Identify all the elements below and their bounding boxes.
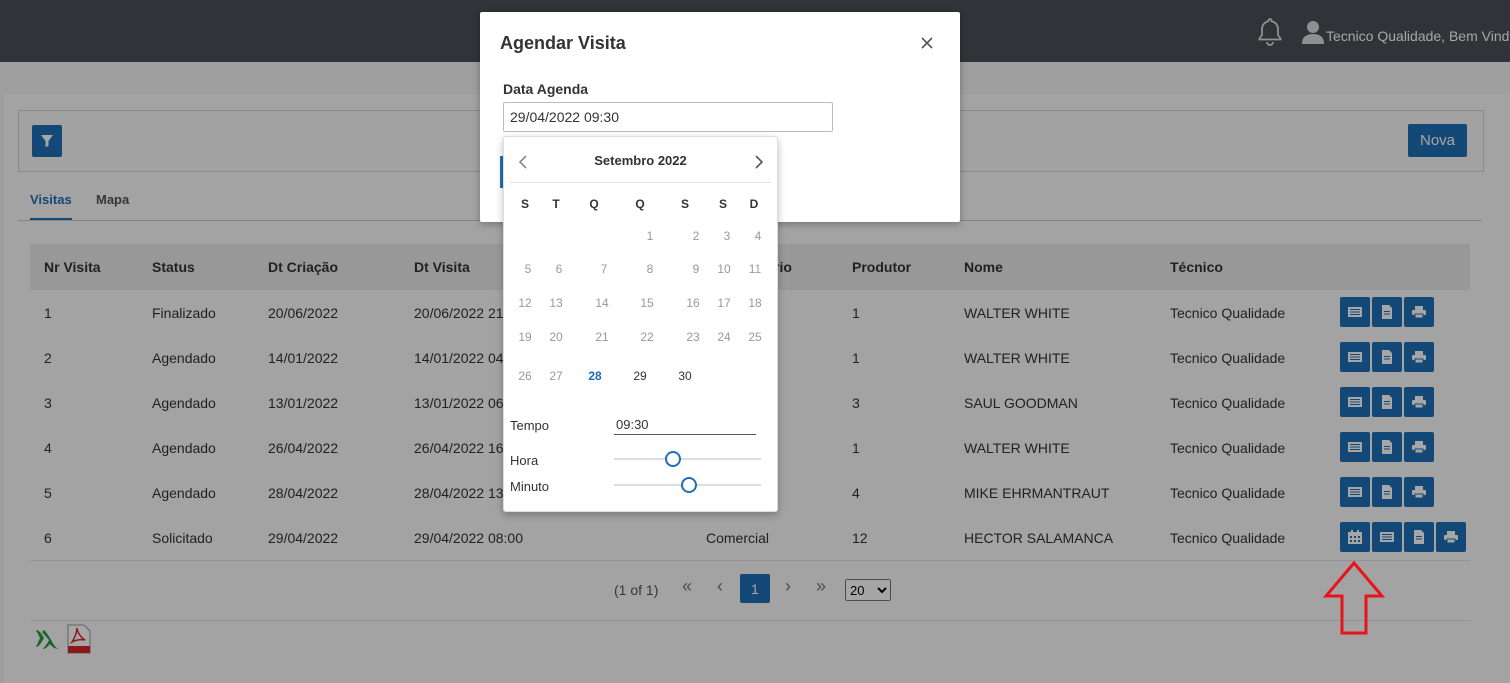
date-picker: Setembro 2022 S T Q Q S S D 1 2 3 4 5 6 …	[503, 136, 778, 512]
date-field-label: Data Agenda	[503, 81, 589, 97]
hour-slider[interactable]	[614, 451, 761, 467]
next-month-icon[interactable]	[754, 155, 764, 169]
calendar-day[interactable]: 16	[681, 296, 705, 310]
time-input[interactable]: 09:30	[614, 417, 756, 435]
calendar-day[interactable]: 25	[743, 330, 767, 344]
calendar-day[interactable]: 2	[684, 229, 708, 243]
hour-label: Hora	[510, 453, 539, 468]
weekday-label: D	[749, 197, 759, 211]
calendar-day[interactable]: 29	[628, 369, 652, 383]
time-value: 09:30	[616, 417, 649, 432]
calendar-day[interactable]: 7	[592, 262, 616, 276]
divider	[510, 182, 771, 183]
calendar-day[interactable]: 20	[544, 330, 568, 344]
calendar-day[interactable]: 11	[743, 262, 767, 276]
calendar-day[interactable]: 5	[516, 262, 540, 276]
calendar-day-today[interactable]: 28	[583, 369, 607, 383]
calendar-day[interactable]: 30	[673, 369, 697, 383]
calendar-day[interactable]: 6	[547, 262, 571, 276]
weekday-label: T	[552, 197, 560, 211]
calendar-day[interactable]: 19	[513, 330, 537, 344]
calendar-day[interactable]: 12	[513, 296, 537, 310]
weekday-label: S	[718, 197, 727, 211]
weekday-label: S	[520, 197, 529, 211]
month-label: Setembro 2022	[594, 153, 687, 168]
calendar-day[interactable]: 4	[746, 229, 770, 243]
calendar-day[interactable]: 14	[590, 296, 614, 310]
calendar-day[interactable]: 9	[684, 262, 708, 276]
time-label: Tempo	[510, 418, 550, 433]
weekday-label: Q	[635, 197, 645, 211]
calendar-day[interactable]: 24	[712, 330, 736, 344]
minute-slider[interactable]	[614, 477, 761, 493]
calendar-day[interactable]: 17	[712, 296, 736, 310]
calendar-day[interactable]: 27	[544, 369, 568, 383]
calendar-day[interactable]: 13	[544, 296, 568, 310]
calendar-day[interactable]: 26	[513, 369, 537, 383]
calendar-day[interactable]: 8	[638, 262, 662, 276]
weekday-label: Q	[589, 197, 599, 211]
calendar-day[interactable]: 3	[715, 229, 739, 243]
calendar-day[interactable]: 22	[635, 330, 659, 344]
calendar-day[interactable]: 18	[743, 296, 767, 310]
minute-slider-handle[interactable]	[681, 477, 697, 493]
calendar-day[interactable]: 21	[590, 330, 614, 344]
hour-slider-handle[interactable]	[665, 451, 681, 467]
arrow-up-icon	[1322, 560, 1386, 635]
calendar-day[interactable]: 1	[638, 229, 662, 243]
calendar-day[interactable]: 10	[712, 262, 736, 276]
calendar-day[interactable]: 23	[681, 330, 705, 344]
minute-label: Minuto	[510, 479, 550, 494]
close-icon[interactable]	[918, 34, 936, 52]
calendar-day[interactable]: 15	[635, 296, 659, 310]
date-agenda-input[interactable]	[503, 102, 833, 132]
weekday-label: S	[680, 197, 689, 211]
dialog-title: Agendar Visita	[500, 33, 626, 53]
